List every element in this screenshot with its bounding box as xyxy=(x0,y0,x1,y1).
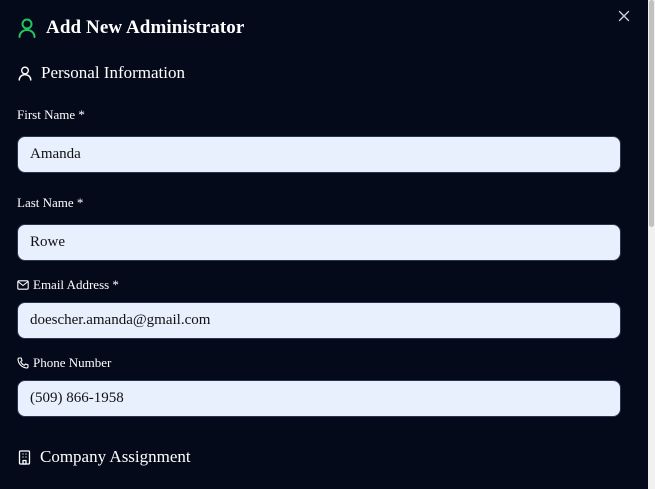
user-icon xyxy=(18,66,32,81)
scrollbar-thumb[interactable] xyxy=(649,0,654,227)
last-name-label: Last Name * xyxy=(17,195,83,211)
section-title: Company Assignment xyxy=(40,447,191,466)
last-name-field[interactable] xyxy=(17,224,621,261)
dialog-header: Add New Administrator xyxy=(18,17,244,39)
first-name-label: First Name * xyxy=(17,107,85,123)
phone-label: Phone Number xyxy=(17,355,111,371)
user-icon xyxy=(18,18,36,38)
section-company-assignment: Company Assignment xyxy=(18,447,191,467)
phone-label-text: Phone Number xyxy=(33,355,112,370)
dialog-title: Add New Administrator xyxy=(46,17,245,38)
email-label-text: Email Address * xyxy=(33,277,119,292)
first-name-label-text: First Name * xyxy=(17,107,85,122)
add-administrator-dialog: Add New Administrator Personal Informati… xyxy=(0,0,648,489)
mail-icon xyxy=(17,280,29,290)
close-icon[interactable] xyxy=(616,8,632,24)
email-field[interactable] xyxy=(17,302,621,339)
last-name-label-text: Last Name * xyxy=(17,195,84,210)
phone-icon xyxy=(17,357,29,369)
close-button[interactable] xyxy=(616,8,632,24)
section-personal-information: Personal Information xyxy=(18,63,185,83)
section-title: Personal Information xyxy=(41,63,185,82)
email-label: Email Address * xyxy=(17,277,119,293)
first-name-field[interactable] xyxy=(17,136,621,173)
phone-field[interactable] xyxy=(17,380,621,417)
scrollbar[interactable] xyxy=(648,0,655,489)
building-icon xyxy=(18,449,31,465)
